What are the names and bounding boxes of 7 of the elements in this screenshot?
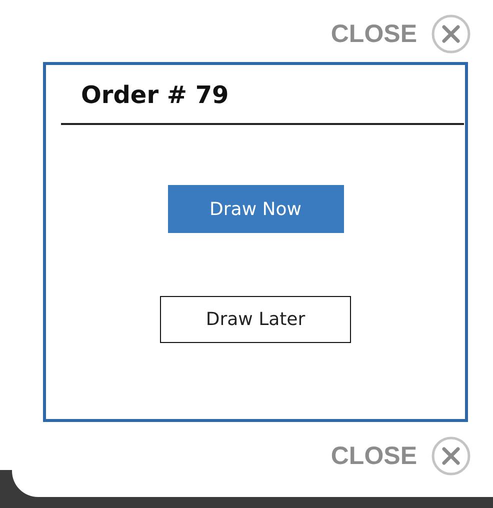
draw-now-button[interactable]: Draw Now — [168, 185, 344, 233]
order-title: Order # 79 — [61, 81, 464, 125]
draw-later-button[interactable]: Draw Later — [160, 296, 351, 343]
close-button[interactable]: CLOSE — [330, 14, 471, 54]
close-icon — [431, 14, 471, 54]
close-button[interactable]: CLOSE — [330, 436, 471, 476]
close-icon — [431, 436, 471, 476]
